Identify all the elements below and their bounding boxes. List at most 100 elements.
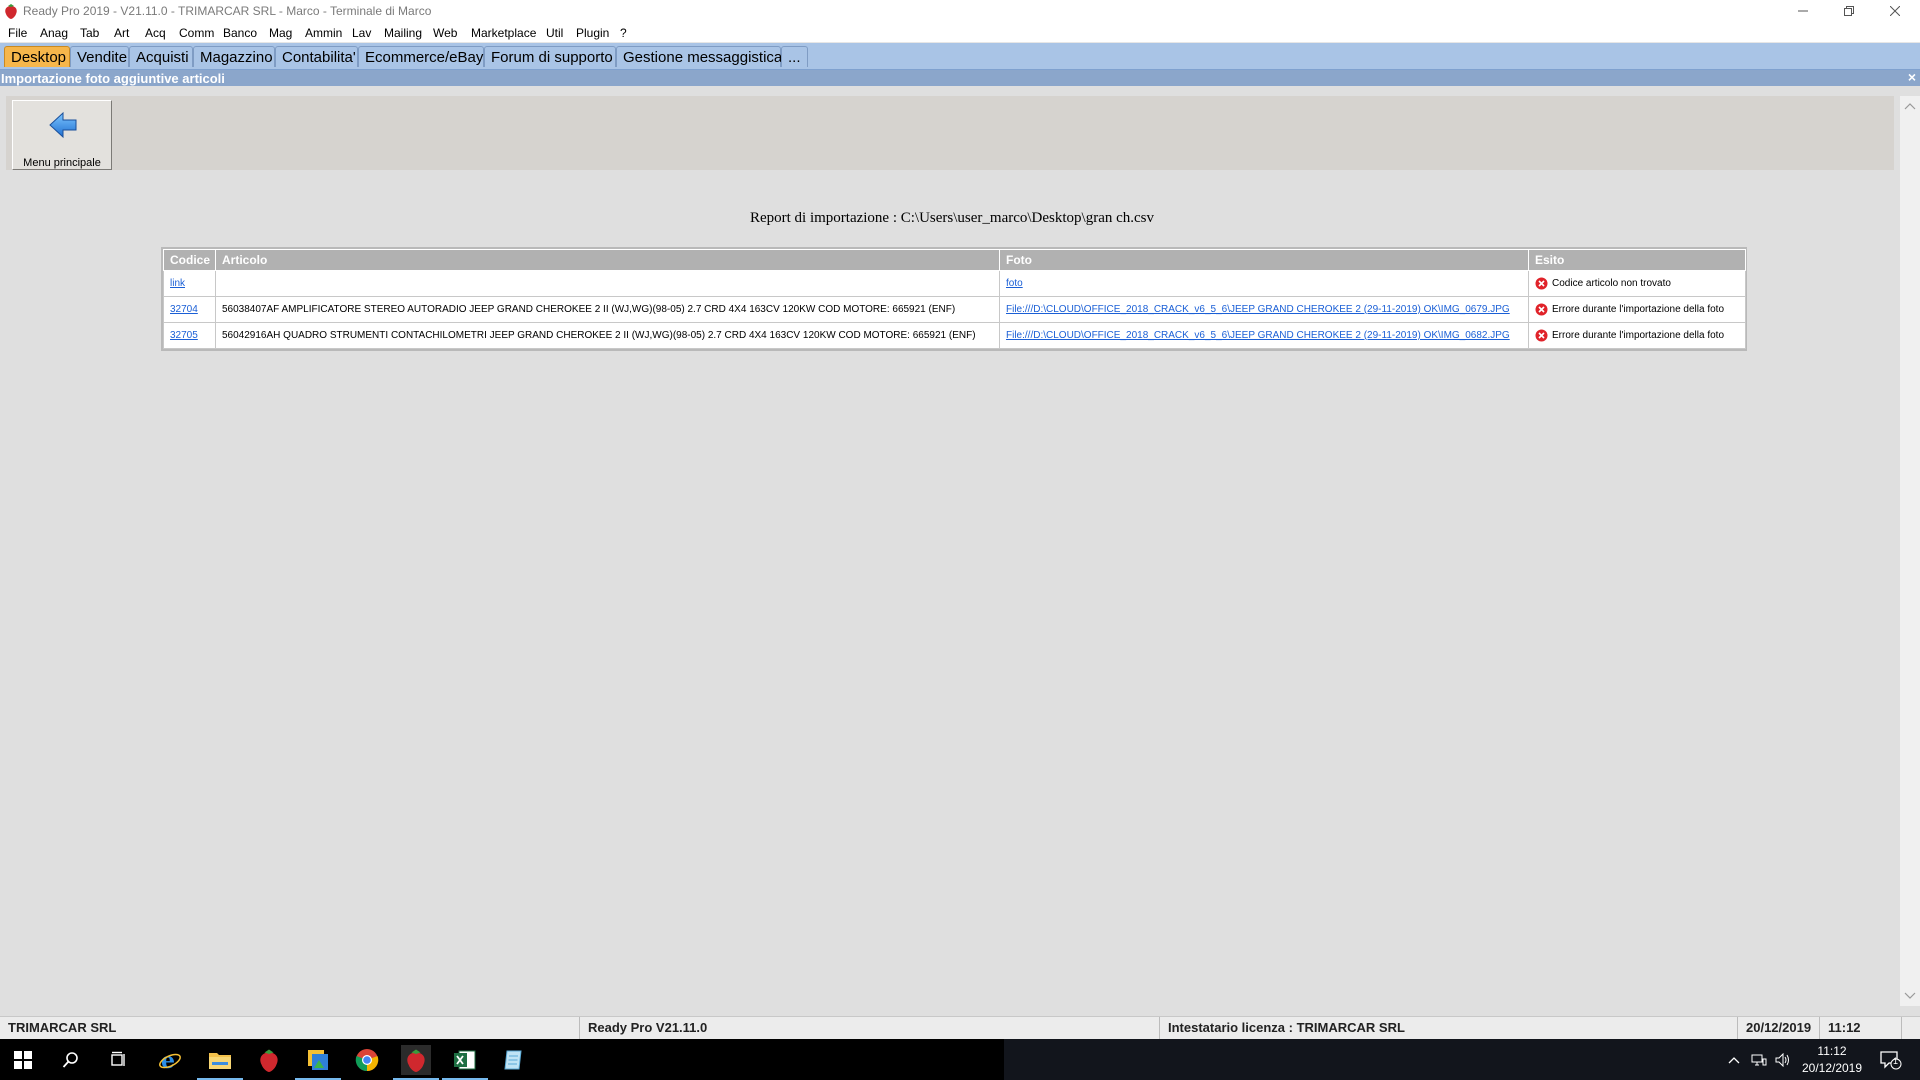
close-button[interactable] [1872, 0, 1918, 22]
chrome-taskbar-button[interactable] [352, 1045, 382, 1075]
status-version: Ready Pro V21.11.0 [580, 1017, 1160, 1039]
start-button[interactable] [8, 1045, 38, 1075]
module-tabs: Desktop Vendite Acquisti Magazzino Conta… [0, 43, 1920, 70]
volume-button[interactable] [1775, 1039, 1791, 1080]
notepad-taskbar-button[interactable] [499, 1045, 529, 1075]
error-icon [1535, 277, 1548, 290]
show-hidden-icons-button[interactable] [1728, 1039, 1740, 1080]
cell-articolo: 56042916AH QUADRO STRUMENTI CONTACHILOME… [215, 322, 1000, 349]
menu-art[interactable]: Art [114, 26, 129, 40]
foto-link[interactable]: File:///D:\CLOUD\OFFICE_2018_CRACK_v6_5_… [1006, 304, 1510, 315]
codice-link[interactable]: 32705 [170, 330, 198, 341]
menu-mailing[interactable]: Mailing [384, 26, 422, 40]
tab-acquisti[interactable]: Acquisti [129, 46, 193, 67]
windows-start-icon [14, 1051, 32, 1069]
file-explorer-icon [209, 1053, 231, 1069]
cell-codice: link [163, 270, 216, 297]
scroll-up-button[interactable] [1900, 96, 1920, 116]
file-explorer-taskbar-button[interactable] [197, 1045, 243, 1080]
status-time: 11:12 [1820, 1017, 1902, 1039]
clock-date: 20/12/2019 [1801, 1061, 1863, 1075]
ready-pro-icon [407, 1049, 425, 1072]
cell-foto: File:///D:\CLOUD\OFFICE_2018_CRACK_v6_5_… [999, 296, 1529, 323]
codice-link[interactable]: link [170, 278, 185, 289]
menu-util[interactable]: Util [546, 26, 563, 40]
taskbar-clock[interactable]: 11:12 20/12/2019 [1792, 1043, 1872, 1077]
menu-file[interactable]: File [8, 26, 27, 40]
foto-link[interactable]: foto [1006, 278, 1023, 289]
menu-lav[interactable]: Lav [352, 26, 371, 40]
restore-icon [1844, 6, 1854, 16]
column-header-esito: Esito [1528, 249, 1746, 271]
cell-foto: foto [999, 270, 1529, 297]
error-icon [1535, 303, 1548, 316]
error-icon [1535, 329, 1548, 342]
image-app-taskbar-button[interactable] [295, 1045, 341, 1080]
notepad-icon [504, 1050, 522, 1070]
tab-forum[interactable]: Forum di supporto [484, 46, 616, 67]
excel-taskbar-button[interactable] [442, 1045, 488, 1080]
tab-ecommerce[interactable]: Ecommerce/eBay [358, 46, 484, 67]
menu-anag[interactable]: Anag [40, 26, 68, 40]
scroll-down-button[interactable] [1900, 986, 1920, 1006]
column-header-articolo: Articolo [215, 249, 1000, 271]
speaker-icon [1775, 1052, 1789, 1067]
chrome-icon [355, 1049, 379, 1072]
back-arrow-icon [49, 111, 77, 139]
cell-esito: Errore durante l'importazione della foto [1528, 322, 1746, 349]
tab-desktop[interactable]: Desktop [4, 46, 70, 67]
ready-pro-taskbar-button-1[interactable] [254, 1045, 284, 1075]
menu-comm[interactable]: Comm [179, 26, 214, 40]
foto-link[interactable]: File:///D:\CLOUD\OFFICE_2018_CRACK_v6_5_… [1006, 330, 1510, 341]
tab-vendite[interactable]: Vendite [70, 46, 129, 67]
tab-messaggistica[interactable]: Gestione messaggistica [616, 46, 782, 67]
menu-marketplace[interactable]: Marketplace [471, 26, 536, 40]
window-title: Ready Pro 2019 - V21.11.0 - TRIMARCAR SR… [23, 4, 432, 18]
tab-magazzino[interactable]: Magazzino [193, 46, 275, 67]
status-company: TRIMARCAR SRL [0, 1017, 580, 1039]
column-header-codice: Codice [163, 249, 216, 271]
main-menu-label: Menu principale [23, 157, 101, 169]
menu-banco[interactable]: Banco [223, 26, 257, 40]
task-view-button[interactable] [104, 1045, 134, 1075]
report-title: Report di importazione : C:\Users\user_m… [749, 210, 1155, 226]
menu-help[interactable]: ? [620, 26, 627, 40]
cell-articolo: 56038407AF AMPLIFICATORE STEREO AUTORADI… [215, 296, 1000, 323]
image-app-icon [308, 1050, 328, 1070]
cell-codice: 32704 [163, 296, 216, 323]
search-button[interactable] [56, 1045, 86, 1075]
cell-codice: 32705 [163, 322, 216, 349]
esito-text: Errore durante l'importazione della foto [1552, 304, 1725, 315]
menu-tab[interactable]: Tab [80, 26, 99, 40]
title-bar: Ready Pro 2019 - V21.11.0 - TRIMARCAR SR… [0, 0, 1920, 22]
internet-explorer-icon: e [159, 1048, 181, 1072]
menu-plugin[interactable]: Plugin [576, 26, 609, 40]
menu-mag[interactable]: Mag [269, 26, 292, 40]
action-center-button[interactable]: 1 [1880, 1039, 1902, 1080]
minimize-button[interactable] [1780, 0, 1826, 22]
internet-explorer-taskbar-button[interactable]: e [155, 1045, 185, 1075]
panel-close-button[interactable]: × [1908, 69, 1916, 85]
notification-icon [1880, 1050, 1902, 1069]
table-row: link foto Codice articolo non trovato [163, 270, 1746, 297]
report-table: Codice Articolo Foto Esito link foto Cod… [161, 247, 1747, 351]
menu-ammin[interactable]: Ammin [305, 26, 342, 40]
table-header-row: Codice Articolo Foto Esito [163, 249, 1746, 271]
restore-button[interactable] [1826, 0, 1872, 22]
esito-text: Errore durante l'importazione della foto [1552, 330, 1725, 341]
menu-acq[interactable]: Acq [145, 26, 166, 40]
esito-text: Codice articolo non trovato [1552, 278, 1671, 289]
codice-link[interactable]: 32704 [170, 304, 198, 315]
panel-header: Importazione foto aggiuntive articoli × [0, 69, 1920, 86]
close-icon [1890, 6, 1900, 16]
tab-more[interactable]: ... [781, 46, 808, 67]
ready-pro-taskbar-button-2[interactable] [393, 1045, 439, 1080]
chevron-up-icon [1904, 103, 1916, 110]
network-button[interactable] [1751, 1039, 1767, 1080]
cell-articolo [215, 270, 1000, 297]
tab-contabilita[interactable]: Contabilita' [275, 46, 358, 67]
status-date: 20/12/2019 [1738, 1017, 1820, 1039]
main-menu-button[interactable]: Menu principale [12, 100, 112, 170]
vertical-scrollbar[interactable] [1900, 96, 1920, 1006]
menu-web[interactable]: Web [433, 26, 457, 40]
